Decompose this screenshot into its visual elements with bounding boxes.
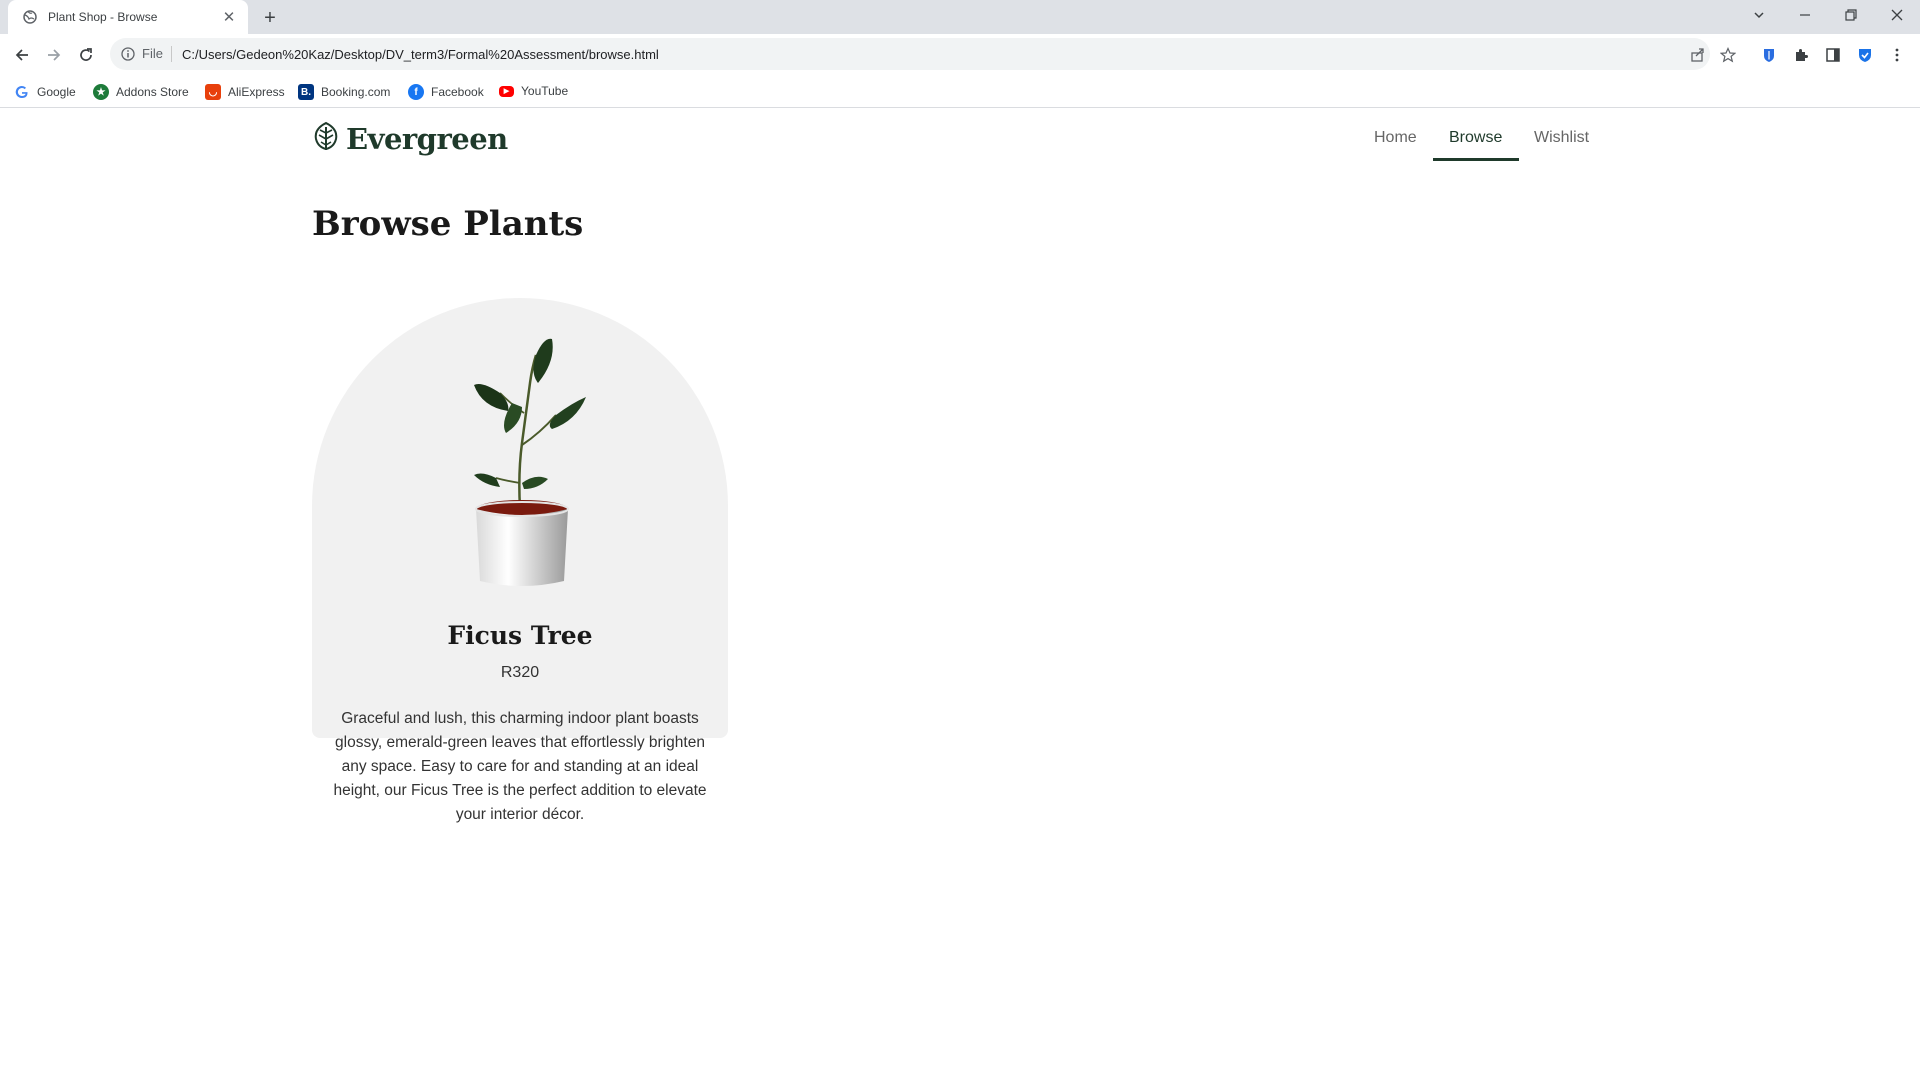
page-title: Browse Plants: [312, 204, 584, 244]
bitwarden-extension-icon[interactable]: [1759, 45, 1779, 65]
nav-home[interactable]: Home: [1374, 129, 1417, 147]
bookmark-label: Booking.com: [321, 85, 391, 99]
bookmark-label: Facebook: [431, 85, 484, 99]
brand-logo[interactable]: Evergreen: [312, 121, 508, 156]
bookmark-label: Addons Store: [116, 85, 189, 99]
extensions-puzzle-icon[interactable]: [1791, 45, 1811, 65]
close-window-icon[interactable]: [1874, 0, 1920, 30]
share-icon[interactable]: [1689, 46, 1707, 64]
nav-wishlist[interactable]: Wishlist: [1534, 129, 1589, 147]
page-viewport: Evergreen Home Browse Wishlist Browse Pl…: [0, 109, 1920, 1078]
browser-toolbar: File C:/Users/Gedeon%20Kaz/Desktop/DV_te…: [0, 34, 1920, 76]
address-scheme: File: [142, 46, 172, 62]
tab-strip: Plant Shop - Browse ✕ +: [0, 0, 1920, 34]
aliexpress-icon: ◡: [205, 84, 221, 100]
side-panel-icon[interactable]: [1823, 45, 1843, 65]
ficus-plant-image: [474, 338, 586, 586]
forward-arrow-icon[interactable]: [40, 41, 68, 69]
bookmark-google[interactable]: Google: [14, 84, 76, 100]
youtube-icon: ▶: [499, 85, 514, 97]
booking-icon: B.: [298, 84, 314, 100]
bookmark-booking[interactable]: B. Booking.com: [298, 84, 390, 100]
product-name[interactable]: Ficus Tree: [312, 621, 728, 650]
bookmark-addons-store[interactable]: ★ Addons Store: [93, 84, 189, 100]
leaf-logo-icon: [312, 121, 340, 156]
bookmark-facebook[interactable]: f Facebook: [408, 84, 484, 100]
restore-icon[interactable]: [1828, 0, 1874, 30]
product-card[interactable]: Ficus Tree R320 Graceful and lush, this …: [312, 298, 728, 848]
browser-menu-icon[interactable]: [1887, 45, 1907, 65]
bookmark-label: AliExpress: [228, 85, 285, 99]
bookmark-label: YouTube: [521, 84, 569, 98]
bookmark-youtube[interactable]: ▶ YouTube: [499, 84, 568, 98]
shield-extension-icon[interactable]: [1855, 45, 1875, 65]
brand-name: Evergreen: [346, 121, 508, 156]
browser-tab[interactable]: Plant Shop - Browse ✕: [8, 0, 248, 34]
product-price: R320: [500, 664, 540, 681]
back-arrow-icon[interactable]: [8, 41, 36, 69]
minimize-icon[interactable]: [1782, 0, 1828, 30]
bookmark-star-icon[interactable]: [1719, 46, 1737, 64]
reload-icon[interactable]: [72, 41, 100, 69]
globe-icon: [22, 9, 38, 25]
site-info-icon[interactable]: [120, 46, 136, 62]
new-tab-button[interactable]: +: [258, 6, 282, 30]
bookmarks-bar: Google ★ Addons Store ◡ AliExpress B. Bo…: [0, 76, 1920, 108]
google-icon: [14, 84, 30, 100]
active-nav-indicator: [1433, 158, 1519, 161]
close-tab-icon[interactable]: ✕: [220, 8, 238, 26]
tab-search-icon[interactable]: [1736, 0, 1782, 30]
bookmark-label: Google: [37, 85, 76, 99]
address-bar[interactable]: File C:/Users/Gedeon%20Kaz/Desktop/DV_te…: [110, 38, 1710, 70]
tab-title: Plant Shop - Browse: [48, 10, 158, 24]
bookmark-aliexpress[interactable]: ◡ AliExpress: [205, 84, 285, 100]
facebook-icon: f: [408, 84, 424, 100]
addons-store-icon: ★: [93, 84, 109, 100]
product-description: Graceful and lush, this charming indoor …: [333, 710, 707, 823]
nav-browse[interactable]: Browse: [1449, 129, 1502, 147]
address-url[interactable]: C:/Users/Gedeon%20Kaz/Desktop/DV_term3/F…: [182, 47, 659, 62]
